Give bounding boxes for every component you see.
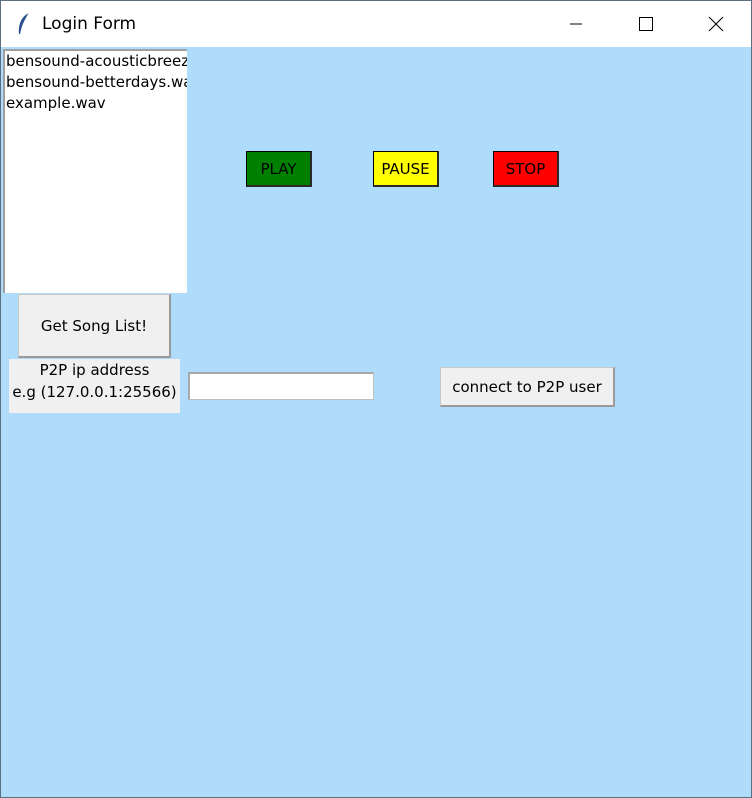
maximize-icon <box>639 17 653 31</box>
maximize-button[interactable] <box>611 1 681 47</box>
p2p-label-line1: P2P ip address <box>39 361 150 379</box>
close-icon <box>708 16 724 32</box>
window-title: Login Form <box>42 14 137 34</box>
feather-icon <box>18 12 30 35</box>
main-area: bensound-acousticbreeze.wav bensound-bet… <box>1 47 751 797</box>
song-list-item[interactable]: bensound-acousticbreeze.wav <box>5 51 187 72</box>
get-song-list-button[interactable]: Get Song List! <box>18 294 171 358</box>
song-list-item[interactable]: example.wav <box>5 93 187 114</box>
song-list-item[interactable]: bensound-betterdays.wav <box>5 72 187 93</box>
minimize-button[interactable] <box>541 1 611 47</box>
minimize-icon <box>570 23 582 25</box>
title-bar[interactable]: Login Form <box>1 1 751 47</box>
pause-button[interactable]: PAUSE <box>373 151 439 187</box>
p2p-address-input[interactable] <box>188 372 374 400</box>
close-button[interactable] <box>681 1 751 47</box>
p2p-label-line2: e.g (127.0.0.1:25566) <box>12 383 177 401</box>
connect-p2p-button[interactable]: connect to P2P user <box>440 367 615 407</box>
song-listbox[interactable]: bensound-acousticbreeze.wav bensound-bet… <box>3 49 187 293</box>
play-button[interactable]: PLAY <box>246 151 312 187</box>
app-window: Login Form bensound-acousticbreeze.wav b… <box>0 0 752 798</box>
stop-button[interactable]: STOP <box>493 151 559 187</box>
p2p-address-label: P2P ip address e.g (127.0.0.1:25566) <box>9 359 180 413</box>
